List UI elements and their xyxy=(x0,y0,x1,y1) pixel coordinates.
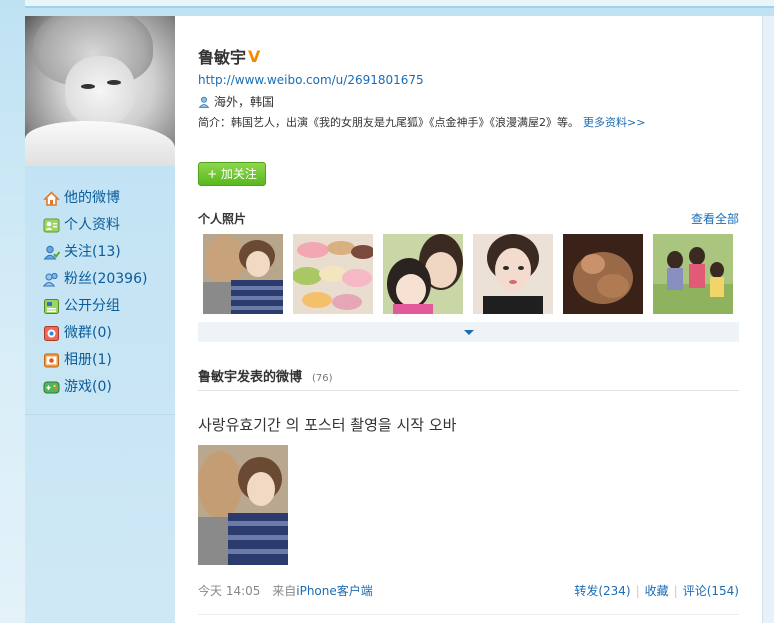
sidebar-item-weiqun[interactable]: 微群(0) xyxy=(43,323,173,350)
sidebar-divider xyxy=(25,414,175,415)
comment-link[interactable]: 评论(154) xyxy=(683,584,739,598)
avatar-face xyxy=(65,56,135,126)
profile-location: 海外，韩国 xyxy=(198,93,274,110)
photo-thumbnail[interactable] xyxy=(293,234,373,314)
sidebar-item-following[interactable]: 关注(13) xyxy=(43,242,173,269)
post-image[interactable] xyxy=(198,445,288,565)
photo-thumbnail[interactable] xyxy=(473,234,553,314)
divider: | xyxy=(635,584,640,598)
photos-header: 个人照片 查看全部 xyxy=(198,210,739,227)
sidebar-item-fans[interactable]: 粉丝(20396) xyxy=(42,269,173,296)
user-location-icon xyxy=(198,96,210,108)
see-all-photos-link[interactable]: 查看全部 xyxy=(691,210,739,227)
sidebar-item-label: 游戏(0) xyxy=(64,379,112,395)
verified-badge-icon[interactable]: V xyxy=(248,47,260,66)
post-text: 사랑유효기간 의 포스터 촬영을 시작 오바 xyxy=(198,416,457,434)
sidebar-item-label: 关注(13) xyxy=(64,244,121,260)
sidebar-item-label: 个人资料 xyxy=(64,217,120,233)
sidebar-item-weibo[interactable]: 他的微博 xyxy=(43,188,173,215)
fans-icon xyxy=(42,271,60,288)
feed-title: 鲁敏宇发表的微博 (76) xyxy=(198,366,333,385)
profile-card-icon xyxy=(43,217,60,234)
feed-title-text: 鲁敏宇发表的微博 xyxy=(198,370,303,385)
top-strip xyxy=(25,0,774,8)
sidebar-nav: 他的微博 个人资料 关注(13) 粉丝(20396) 公开分组 微群(0) 相册… xyxy=(42,188,173,404)
profile-name-row: 鲁敏宇 V xyxy=(198,44,260,68)
post-actions: 转发(234) | 收藏 | 评论(154) xyxy=(574,582,739,599)
profile-url-link[interactable]: http://www.weibo.com/u/2691801675 xyxy=(198,73,424,87)
profile-bio: 简介：韩国艺人，出演《我的女朋友是九尾狐》《点金神手》《浪漫满屋2》等。 更多资料… xyxy=(198,114,645,130)
feed-count: (76) xyxy=(312,373,333,384)
photo-thumbnail[interactable] xyxy=(203,234,283,314)
sidebar-item-game[interactable]: 游戏(0) xyxy=(43,377,173,404)
sidebar-item-profile[interactable]: 个人资料 xyxy=(43,215,173,242)
post-meta: 今天 14:05 来自iPhone客户端 转发(234) | 收藏 | 评论(154) xyxy=(198,582,739,599)
photo-thumbnail[interactable] xyxy=(563,234,643,314)
sidebar-item-label: 相册(1) xyxy=(64,352,112,368)
favorite-link[interactable]: 收藏 xyxy=(645,584,669,598)
sidebar-item-label: 公开分组 xyxy=(64,298,120,314)
feed-divider xyxy=(198,390,739,391)
profile-name: 鲁敏宇 xyxy=(198,48,247,67)
post-time-link[interactable]: 今天 14:05 xyxy=(198,584,260,598)
right-scroll-shade xyxy=(762,16,774,623)
sidebar-item-groups[interactable]: 公开分组 xyxy=(43,296,173,323)
photo-strip xyxy=(203,234,733,314)
divider: | xyxy=(673,584,678,598)
repost-link[interactable]: 转发(234) xyxy=(574,584,630,598)
bio-text: 简介：韩国艺人，出演《我的女朋友是九尾狐》《点金神手》《浪漫满屋2》等。 xyxy=(198,116,579,129)
follow-button[interactable]: + 加关注 xyxy=(198,162,266,186)
photos-title: 个人照片 xyxy=(198,212,247,226)
avatar-eye xyxy=(107,80,121,85)
more-info-link[interactable]: 更多资料>> xyxy=(583,116,645,129)
sidebar-item-label: 他的微博 xyxy=(64,190,120,206)
follow-user-icon xyxy=(43,244,61,261)
sidebar-item-label: 微群(0) xyxy=(64,325,112,341)
photo-thumbnail[interactable] xyxy=(653,234,733,314)
bottom-divider xyxy=(198,614,739,615)
main-content: 鲁敏宇 V http://www.weibo.com/u/2691801675 … xyxy=(175,16,762,623)
avatar-eye xyxy=(81,84,95,89)
sidebar-item-album[interactable]: 相册(1) xyxy=(43,350,173,377)
sidebar: 他的微博 个人资料 关注(13) 粉丝(20396) 公开分组 微群(0) 相册… xyxy=(25,16,175,623)
chevron-down-icon xyxy=(464,330,474,335)
album-icon xyxy=(43,352,60,369)
sidebar-item-label: 粉丝(20396) xyxy=(64,271,148,287)
expand-photos-bar[interactable] xyxy=(198,322,739,342)
location-text: 海外，韩国 xyxy=(214,95,275,109)
post-time-source: 今天 14:05 来自iPhone客户端 xyxy=(198,582,373,599)
avatar-pillow xyxy=(25,121,175,166)
group-icon xyxy=(43,298,60,315)
weiqun-icon xyxy=(43,325,60,342)
photo-thumbnail[interactable] xyxy=(383,234,463,314)
game-icon xyxy=(43,379,60,396)
post-source-link[interactable]: iPhone客户端 xyxy=(296,584,373,598)
source-prefix: 来自 xyxy=(272,584,297,598)
home-icon xyxy=(43,190,60,207)
avatar[interactable] xyxy=(25,16,175,166)
